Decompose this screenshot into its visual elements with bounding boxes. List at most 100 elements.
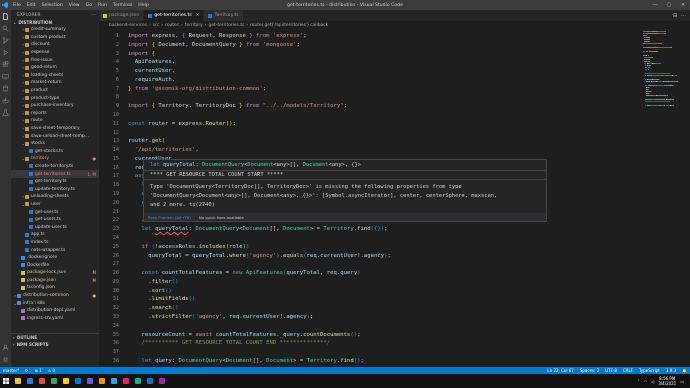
split-editor-icon[interactable]: ⊟ xyxy=(673,13,677,19)
taskbar-app-icon[interactable] xyxy=(96,374,108,388)
account-icon[interactable] xyxy=(0,341,11,353)
taskbar-app-icon[interactable] xyxy=(72,374,84,388)
tab-package-json[interactable]: package.json xyxy=(99,10,145,21)
taskbar-app-icon[interactable] xyxy=(60,374,72,388)
files-icon[interactable] xyxy=(0,10,11,22)
file-item[interactable]: get-user.ts xyxy=(11,208,99,216)
taskbar-app-icon[interactable] xyxy=(156,374,168,388)
folder-item[interactable]: › product-type xyxy=(11,94,99,102)
breadcrumb-item[interactable]: router.get('/api/territories') callback xyxy=(250,23,328,28)
folder-item[interactable]: › good-return xyxy=(11,64,99,72)
notifications-icon[interactable]: 🔔 xyxy=(682,368,687,373)
tab-get-territories-ts[interactable]: get-territories.ts × xyxy=(144,10,205,21)
folder-item[interactable]: › route xyxy=(11,117,99,125)
folder-item[interactable]: ⌄ stocks xyxy=(11,140,99,148)
file-item[interactable]: get-stocks.ts xyxy=(11,148,99,156)
file-item[interactable]: tsconfig.json xyxy=(11,284,99,292)
folder-item[interactable]: › product xyxy=(11,87,99,95)
folder-item[interactable]: › free-issue xyxy=(11,56,99,64)
volume-icon[interactable]: ◁ xyxy=(651,379,654,384)
folder-item[interactable]: ⌄ territory ● xyxy=(11,155,99,163)
more-actions-icon[interactable]: ··· xyxy=(681,13,686,19)
breadcrumb-item[interactable]: routes xyxy=(165,23,179,28)
minimize-button[interactable]: — xyxy=(648,0,662,10)
tray-up-icon[interactable]: ˄ xyxy=(638,379,640,384)
file-item[interactable]: get-users.ts xyxy=(11,216,99,224)
cursor-position[interactable]: Ln 22, Col 67 xyxy=(547,368,573,373)
file-item[interactable]: ingress-srv.yaml xyxy=(11,315,99,323)
file-item[interactable]: create-territory.ts xyxy=(11,163,99,171)
taskbar-app-icon[interactable] xyxy=(48,374,60,388)
sync-icon[interactable]: ⟳ xyxy=(25,368,28,373)
breadcrumb-item[interactable]: src xyxy=(153,23,159,28)
file-item[interactable]: nats-wrapper.ts xyxy=(11,246,99,254)
peek-problem-link[interactable]: Peek Problem (Alt+F8) xyxy=(148,215,191,220)
folder-item[interactable]: › discount xyxy=(11,41,99,49)
taskbar-app-icon[interactable] xyxy=(120,374,132,388)
file-item[interactable]: update-user.ts xyxy=(11,223,99,231)
git-branch[interactable]: master* xyxy=(3,368,19,373)
debug-icon[interactable] xyxy=(0,46,11,58)
menu-edit[interactable]: Edit xyxy=(24,3,39,8)
file-item[interactable]: get-territory.ts xyxy=(11,178,99,186)
network-icon[interactable]: ◠ xyxy=(644,379,648,384)
folder-item[interactable]: › save-sheet-temporary xyxy=(11,125,99,133)
taskbar-app-icon[interactable] xyxy=(144,374,156,388)
folder-item[interactable]: › unloading-sheets xyxy=(11,193,99,201)
menu-run[interactable]: Run xyxy=(95,3,110,8)
file-item[interactable]: update-territory.ts xyxy=(11,185,99,193)
folder-item[interactable]: › loading-sheets xyxy=(11,72,99,80)
folder-item[interactable]: › custom-product xyxy=(11,34,99,42)
close-button[interactable]: ✕ xyxy=(676,0,690,10)
taskbar-app-icon[interactable] xyxy=(12,374,24,388)
source-control-icon[interactable] xyxy=(0,34,11,46)
file-item[interactable]: app.ts xyxy=(11,231,99,239)
folder-item[interactable]: ⌄ infra \ k8s xyxy=(11,299,99,307)
tab-territory-ts[interactable]: Territory.ts xyxy=(204,10,244,21)
file-item[interactable]: get-territories.ts 1, M xyxy=(11,170,99,178)
workspace-section[interactable]: ⌄ DISTRIBUTION xyxy=(11,19,99,26)
folder-item[interactable]: ⌄ user xyxy=(11,201,99,209)
extensions-icon[interactable] xyxy=(0,58,11,70)
taskbar-app-icon[interactable] xyxy=(36,374,48,388)
menu-terminal[interactable]: Terminal xyxy=(110,3,135,8)
notification-center-icon[interactable]: ▭ xyxy=(680,379,684,384)
breadcrumb-item[interactable]: territory xyxy=(185,23,203,28)
folder-item[interactable]: › expense xyxy=(11,49,99,57)
database-icon[interactable] xyxy=(0,82,11,94)
npm-scripts-section[interactable]: › NPM SCRIPTS xyxy=(11,341,99,348)
indentation[interactable]: Spaces: 2 xyxy=(580,368,599,373)
taskbar-app-icon[interactable] xyxy=(132,374,144,388)
file-item[interactable]: Dockerfile xyxy=(11,261,99,269)
taskbar-app-icon[interactable] xyxy=(108,374,120,388)
folder-item[interactable]: › purchase-inventory xyxy=(11,102,99,110)
search-icon[interactable] xyxy=(0,22,11,34)
taskbar-app-icon[interactable] xyxy=(84,374,96,388)
test-icon[interactable] xyxy=(0,106,11,118)
outline-section[interactable]: › OUTLINE xyxy=(11,334,99,341)
file-item[interactable]: .dockerignore xyxy=(11,254,99,262)
close-tab-icon[interactable]: × xyxy=(196,13,200,18)
folder-item[interactable]: › reports xyxy=(11,110,99,118)
menu-file[interactable]: File xyxy=(10,3,24,8)
breadcrumb-item[interactable]: backend-services xyxy=(109,23,147,28)
ts-version[interactable]: 3.8.3 xyxy=(666,368,676,373)
language-mode[interactable]: TypeScript xyxy=(639,368,660,373)
encoding[interactable]: UTF-8 xyxy=(605,368,617,373)
clock[interactable]: 8:56 PM 3/4/2021 xyxy=(658,376,676,386)
error-count[interactable]: ⊗ 1 xyxy=(34,368,41,373)
minimap[interactable] xyxy=(639,29,690,367)
gear-icon[interactable] xyxy=(0,353,11,365)
file-item[interactable]: package.json M xyxy=(11,277,99,285)
warning-count[interactable]: ⚠ 0 xyxy=(48,368,55,373)
docker-icon[interactable] xyxy=(0,94,11,106)
taskbar-app-icon[interactable] xyxy=(24,374,36,388)
line-ending[interactable]: CRLF xyxy=(623,368,633,373)
windows-start-icon[interactable] xyxy=(0,374,12,388)
explorer-more-icon[interactable]: ··· xyxy=(91,12,96,17)
file-item[interactable]: index.ts xyxy=(11,239,99,247)
menu-view[interactable]: View xyxy=(66,3,83,8)
menu-help[interactable]: Help xyxy=(135,3,151,8)
file-item[interactable]: distribution-depl.yaml xyxy=(11,307,99,315)
maximize-button[interactable]: ▢ xyxy=(662,0,676,10)
